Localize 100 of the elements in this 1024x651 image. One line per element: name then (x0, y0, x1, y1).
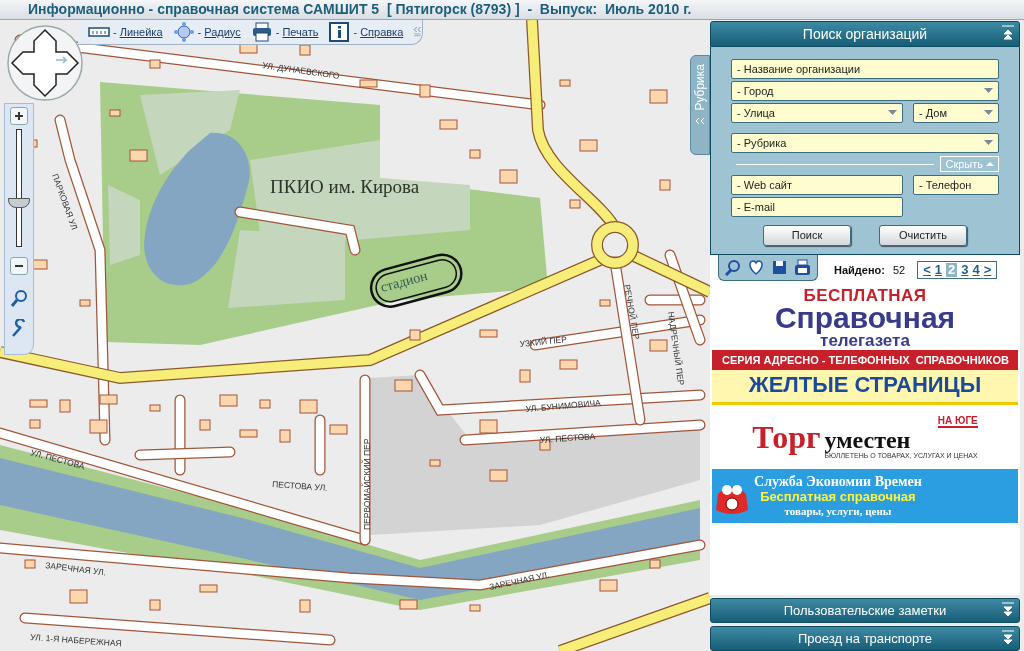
street-label: УЛ. 1-Я НАБЕРЕЖНАЯ (29, 632, 122, 649)
dropdown-field[interactable]: - Улица (731, 103, 903, 123)
input-field[interactable]: - E-mail (731, 197, 903, 217)
street-label: УЗКИЙ ПЕР (519, 334, 568, 349)
radius-icon (172, 22, 195, 42)
banner-text: Торг (752, 418, 821, 457)
previous-page-link[interactable]: < (923, 263, 931, 277)
form-button[interactable]: Очистить (879, 225, 967, 246)
banner-text: ЖЕЛТЫЕ СТРАНИЦЫ (748, 371, 982, 399)
building (219, 394, 238, 407)
building (359, 79, 378, 88)
building (599, 299, 611, 307)
building (299, 599, 311, 613)
street-label: УЛ. БУНИМОВИЧА (525, 397, 602, 414)
street-label: ПЕСТОВА УЛ. (271, 479, 328, 493)
building (239, 429, 258, 438)
banner-text: НА ЮГЕ (937, 415, 978, 428)
toolbar-link[interactable]: - Линейка (88, 22, 163, 42)
building (659, 179, 671, 191)
banner-text: БЕСПЛАТНАЯ (803, 287, 927, 304)
building (649, 89, 668, 104)
found-label: Найдено: (834, 262, 885, 278)
next-page-link[interactable]: > (983, 263, 992, 277)
stadium-label: стадион (378, 268, 429, 295)
printer-icon (250, 22, 273, 42)
building (559, 79, 571, 87)
dropdown-icon (888, 110, 897, 116)
window-title: Информационно - справочная система САМШИТ 5 [ Пятигорск (8793) ] - Выпуск: Июль 2010 г. (28, 0, 692, 19)
page-link[interactable]: 3 (961, 263, 969, 277)
zoom-in-button[interactable] (10, 107, 28, 125)
building (579, 139, 598, 152)
building (279, 429, 291, 443)
info-icon (328, 22, 351, 42)
building (59, 399, 71, 413)
building (109, 109, 121, 117)
banner-text: уместен (824, 427, 912, 452)
input-field[interactable]: - Телефон (913, 175, 999, 195)
building (199, 419, 211, 431)
building (649, 339, 668, 352)
page-link[interactable]: 1 (934, 263, 943, 277)
building (489, 469, 508, 482)
building (519, 369, 531, 383)
dropdown-field[interactable]: - Город (731, 81, 999, 101)
pan-control-icon[interactable] (6, 24, 84, 102)
building (24, 559, 36, 569)
building (479, 419, 498, 434)
street-label: ПЕРВОМАЙСКИЙ ПЕР (362, 438, 372, 530)
panel-title: Проезд на транспорте (798, 629, 932, 648)
street-label: УЛ. ПЕСТОВА (539, 431, 596, 445)
banner-text: Служба Экономии Времен (754, 473, 922, 489)
building (79, 299, 91, 307)
page-link[interactable]: 4 (972, 263, 980, 277)
zoom-out-button[interactable] (10, 257, 28, 275)
save-icon[interactable] (771, 259, 788, 276)
dropdown-icon (984, 110, 993, 116)
building (29, 399, 48, 408)
collapse-icon (695, 116, 705, 125)
banner-text: телегазета (820, 332, 910, 349)
building (89, 419, 108, 434)
building (129, 149, 148, 162)
park-label: ПКИО им. Кирова (270, 176, 420, 197)
zoom-thumb[interactable] (8, 198, 30, 209)
caret-icon (986, 161, 994, 167)
search-icon[interactable] (725, 259, 742, 276)
building (439, 119, 458, 130)
toolbar-link[interactable]: - Справка (328, 22, 404, 42)
street-label: РЕЧНОЙ ПЕР (622, 283, 642, 341)
building (149, 404, 161, 412)
building (199, 584, 218, 593)
building (149, 59, 161, 69)
building (599, 579, 618, 592)
building (469, 604, 481, 612)
building (469, 149, 481, 159)
panel-title: Пользовательские заметки (783, 601, 947, 620)
printer-icon[interactable] (794, 259, 811, 276)
building (299, 399, 318, 414)
heart-icon[interactable] (748, 259, 765, 276)
banner-text: Справочная (774, 304, 956, 332)
toolbar-link[interactable]: - Печать (250, 22, 319, 42)
building (559, 359, 578, 370)
building (499, 169, 518, 184)
search-icon[interactable] (10, 289, 28, 309)
building (409, 329, 421, 341)
building (299, 44, 311, 56)
banner-text: СЕРИЯ АДРЕСНО - ТЕЛЕФОННЫХ СПРАВОЧНИКОВ (712, 350, 1018, 370)
dropdown-field[interactable]: - Рубрика (731, 133, 999, 153)
building (479, 329, 498, 338)
toolbar-link[interactable]: - Радиус (172, 22, 241, 42)
found-count: 52 (892, 262, 906, 278)
dropdown-field[interactable]: - Дом (913, 103, 999, 123)
building (69, 589, 88, 604)
building (29, 419, 41, 429)
form-button[interactable]: Поиск (763, 225, 851, 246)
dropdown-icon (984, 88, 993, 94)
wrench-icon[interactable] (10, 319, 28, 339)
building (569, 199, 581, 209)
input-field[interactable]: - Название организации (731, 59, 999, 79)
building (399, 599, 418, 610)
input-field[interactable]: - Web сайт (731, 175, 903, 195)
building (429, 459, 441, 467)
